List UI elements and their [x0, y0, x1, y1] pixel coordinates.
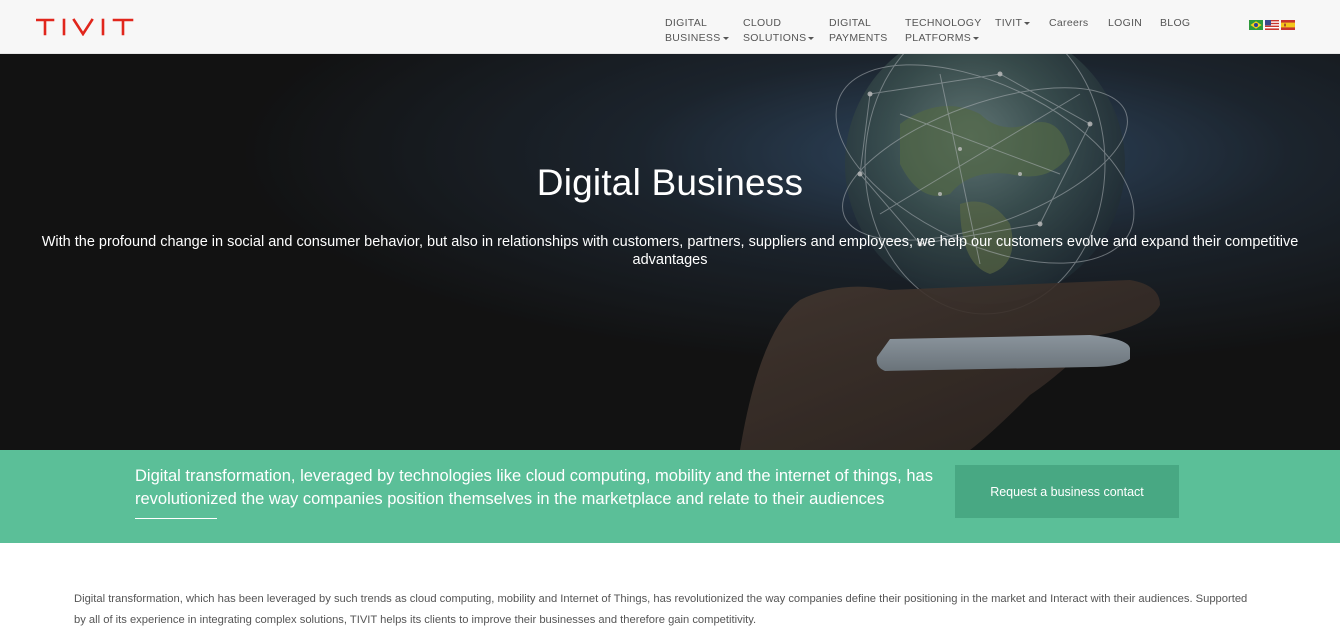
- nav-label: BUSINESS: [665, 32, 721, 44]
- nav-tivit[interactable]: TIVIT: [995, 16, 1031, 31]
- content-paragraph: Digital transformation, which has been l…: [74, 593, 1248, 626]
- brazil-flag-icon[interactable]: [1249, 20, 1263, 30]
- nav-careers[interactable]: Careers: [1049, 16, 1088, 31]
- nav-cloud-solutions[interactable]: CLOUD SOLUTIONS: [743, 16, 815, 46]
- nav-label: CLOUD: [743, 17, 782, 29]
- nav-label: SOLUTIONS: [743, 32, 807, 44]
- caret-down-icon: [808, 36, 815, 40]
- nav-label: LOGIN: [1108, 17, 1143, 29]
- nav-digital-business[interactable]: DIGITAL BUSINESS: [665, 16, 729, 46]
- nav-digital-payments[interactable]: DIGITAL PAYMENTS: [829, 16, 888, 46]
- intro-band: Digital transformation, leveraged by tec…: [0, 450, 1340, 543]
- nav-label: Careers: [1049, 17, 1089, 29]
- nav-label: TECHNOLOGY: [905, 17, 982, 29]
- intro-band-text: Digital transformation, leveraged by tec…: [135, 467, 933, 508]
- top-navbar: DIGITAL BUSINESS CLOUD SOLUTIONS DIGITAL…: [0, 0, 1340, 54]
- caret-down-icon: [722, 36, 729, 40]
- nav-label: BLOG: [1160, 17, 1191, 29]
- tivit-logo-mark: [36, 18, 134, 36]
- spain-flag-icon[interactable]: [1281, 20, 1295, 30]
- nav-technology-platforms[interactable]: TECHNOLOGY PLATFORMS: [905, 16, 982, 46]
- intro-band-underline: [135, 518, 217, 519]
- request-business-contact-button[interactable]: Request a business contact: [955, 465, 1179, 518]
- nav-login[interactable]: LOGIN: [1108, 16, 1142, 31]
- nav-label: PAYMENTS: [829, 32, 888, 44]
- nav-label: DIGITAL: [829, 17, 872, 29]
- nav-label: TIVIT: [995, 17, 1023, 29]
- caret-down-icon: [1024, 21, 1031, 25]
- tivit-logo[interactable]: [36, 17, 140, 37]
- nav-label: PLATFORMS: [905, 32, 972, 44]
- language-switcher: [1249, 20, 1295, 30]
- hero-title: Digital Business: [536, 162, 804, 203]
- caret-down-icon: [973, 36, 980, 40]
- usa-flag-icon[interactable]: [1265, 20, 1279, 30]
- nav-blog[interactable]: BLOG: [1160, 16, 1190, 31]
- hero-description: With the profound change in social and c…: [41, 234, 1299, 268]
- hero-section: Digital Business With the profound chang…: [0, 54, 1340, 450]
- nav-label: DIGITAL: [665, 17, 708, 29]
